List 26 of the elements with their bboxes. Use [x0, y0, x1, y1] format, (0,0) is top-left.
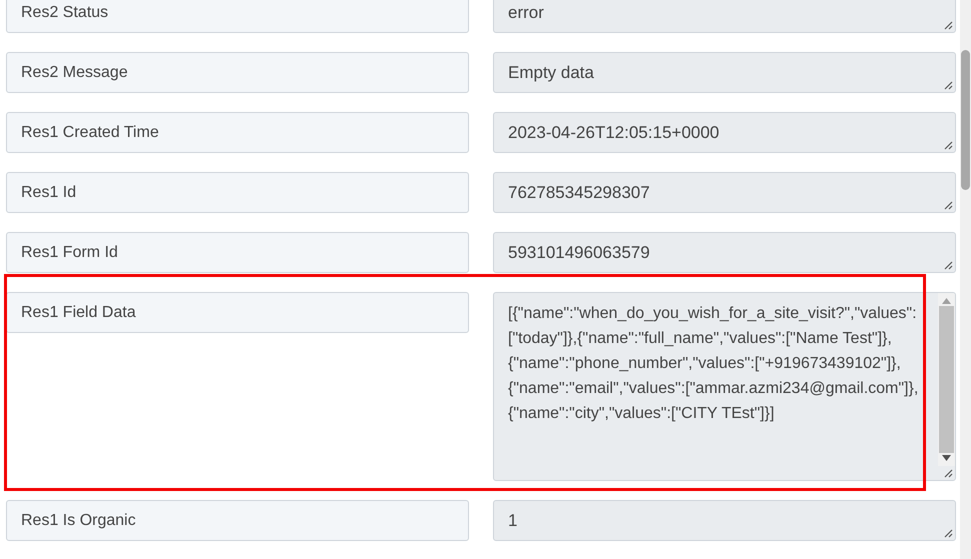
resize-grip-icon[interactable] [944, 261, 953, 270]
value-field[interactable]: 593101496063579 [493, 232, 956, 273]
resize-grip-icon[interactable] [944, 141, 953, 150]
field-label: Res1 Created Time [6, 112, 469, 153]
value-field[interactable]: 762785345298307 [493, 172, 956, 213]
page-scrollbar[interactable] [960, 0, 971, 559]
value-field[interactable]: Empty data [493, 52, 956, 93]
scrollbar-thumb[interactable] [961, 50, 970, 190]
resize-grip-icon[interactable] [944, 21, 953, 30]
resize-grip-icon[interactable] [944, 201, 953, 210]
field-label: Res1 Form Id [6, 232, 469, 273]
textarea-scrollbar[interactable] [938, 293, 955, 466]
resize-grip-icon[interactable] [944, 81, 953, 90]
field-label: Res1 Is Organic [6, 500, 469, 541]
value-field[interactable]: 2023-04-26T12:05:15+0000 [493, 112, 956, 153]
resize-grip-icon[interactable] [944, 469, 953, 478]
scroll-down-icon[interactable] [942, 455, 951, 461]
value-field[interactable]: [{"name":"when_do_you_wish_for_a_site_visit?","values":["today"]},{"name":"full_name","values":["Name Test"]},{"name":"phone_number","values":["+919673439102"]},{"name":"email","values":["ammar.azmi234@gmail.com"]},{"name":"city","values":["CITY TEst"]}] [493, 292, 956, 481]
resize-grip-icon[interactable] [944, 529, 953, 538]
value-field[interactable]: 1 [493, 500, 956, 541]
field-label: Res1 Id [6, 172, 469, 213]
value-field[interactable]: error [493, 0, 956, 33]
field-label: Res2 Status [6, 0, 469, 33]
scrollbar-thumb[interactable] [939, 306, 954, 453]
field-label: Res2 Message [6, 52, 469, 93]
field-label: Res1 Field Data [6, 292, 469, 333]
